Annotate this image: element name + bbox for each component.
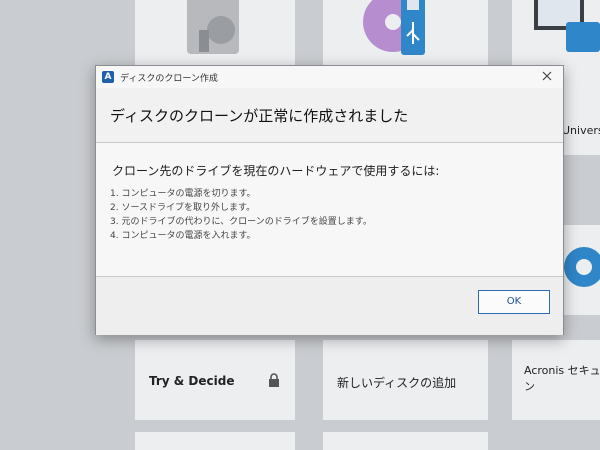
- close-icon: [542, 71, 552, 81]
- backup-tile[interactable]: [135, 0, 295, 65]
- bottom-left-tile: [135, 432, 295, 450]
- try-decide-label: Try & Decide: [149, 374, 235, 388]
- hard-drive-icon: [187, 0, 239, 54]
- content-heading: クローン先のドライブを現在のハードウェアで使用するには:: [112, 164, 440, 178]
- acronis-label-line2: ン: [524, 380, 535, 393]
- dialog-titlebar: A ディスクのクローン作成: [96, 66, 563, 88]
- close-button[interactable]: [539, 68, 555, 84]
- add-disk-tile[interactable]: 新しいディスクの追加: [323, 340, 488, 420]
- ok-button[interactable]: OK: [478, 290, 550, 314]
- right-middle-tile[interactable]: [562, 225, 600, 315]
- steps-list: 1. コンピュータの電源を切ります。 2. ソースドライブを取り外します。 3.…: [110, 187, 372, 243]
- lock-icon: [269, 373, 279, 387]
- disc-usb-icon: [363, 0, 425, 55]
- universal-tile-label: Universa: [562, 124, 600, 137]
- try-decide-tile[interactable]: Try & Decide: [135, 340, 295, 420]
- monitor-icon: [534, 0, 600, 52]
- step-item: 1. コンピュータの電源を切ります。: [110, 189, 256, 199]
- step-item: 2. ソースドライブを取り外します。: [110, 203, 256, 213]
- dialog-header: ディスクのクローンが正常に作成されました: [96, 88, 563, 143]
- media-tile[interactable]: [323, 0, 488, 65]
- gear-disc-icon: [564, 247, 600, 287]
- bottom-mid-tile: [323, 432, 488, 450]
- acronis-logo-icon: A: [102, 71, 114, 83]
- window-title: ディスクのクローン作成: [120, 74, 218, 84]
- acronis-label-line1: Acronis セキュア: [524, 364, 600, 377]
- step-item: 4. コンピュータの電源を入れます。: [110, 231, 256, 241]
- dialog-footer: OK: [96, 276, 563, 335]
- step-item: 3. 元のドライブの代わりに、クローンのドライブを設置します。: [110, 217, 372, 227]
- add-disk-label: 新しいディスクの追加: [337, 376, 457, 390]
- dialog-heading: ディスクのクローンが正常に作成されました: [110, 107, 409, 125]
- clone-disk-dialog: A ディスクのクローン作成 ディスクのクローンが正常に作成されました クローン先…: [95, 65, 564, 335]
- acronis-secure-tile[interactable]: Acronis セキュア ン: [512, 340, 600, 420]
- dialog-content: クローン先のドライブを現在のハードウェアで使用するには: 1. コンピュータの電…: [96, 143, 563, 276]
